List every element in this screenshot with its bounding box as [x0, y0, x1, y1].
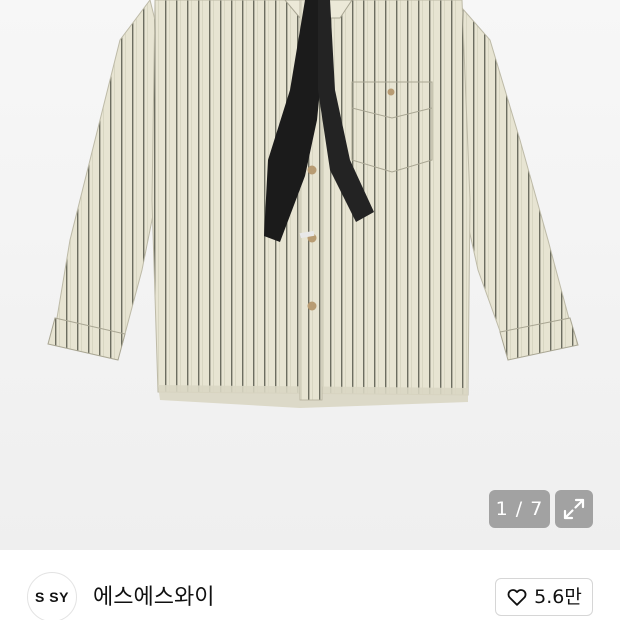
like-count: 5.6만 [534, 586, 582, 608]
image-counter: 1 / 7 [489, 490, 550, 528]
product-page: 1 / 7 S SY 에스에스와이 5.6만 [0, 0, 620, 620]
product-image [0, 0, 620, 550]
like-button[interactable]: 5.6만 [495, 578, 593, 616]
seller-name[interactable]: 에스에스와이 [93, 583, 214, 613]
expand-arrows-icon [563, 498, 585, 520]
product-image-gallery[interactable]: 1 / 7 [0, 0, 620, 550]
expand-image-button[interactable] [555, 490, 593, 528]
seller-avatar[interactable]: S SY [27, 572, 77, 620]
heart-outline-icon [507, 589, 527, 606]
